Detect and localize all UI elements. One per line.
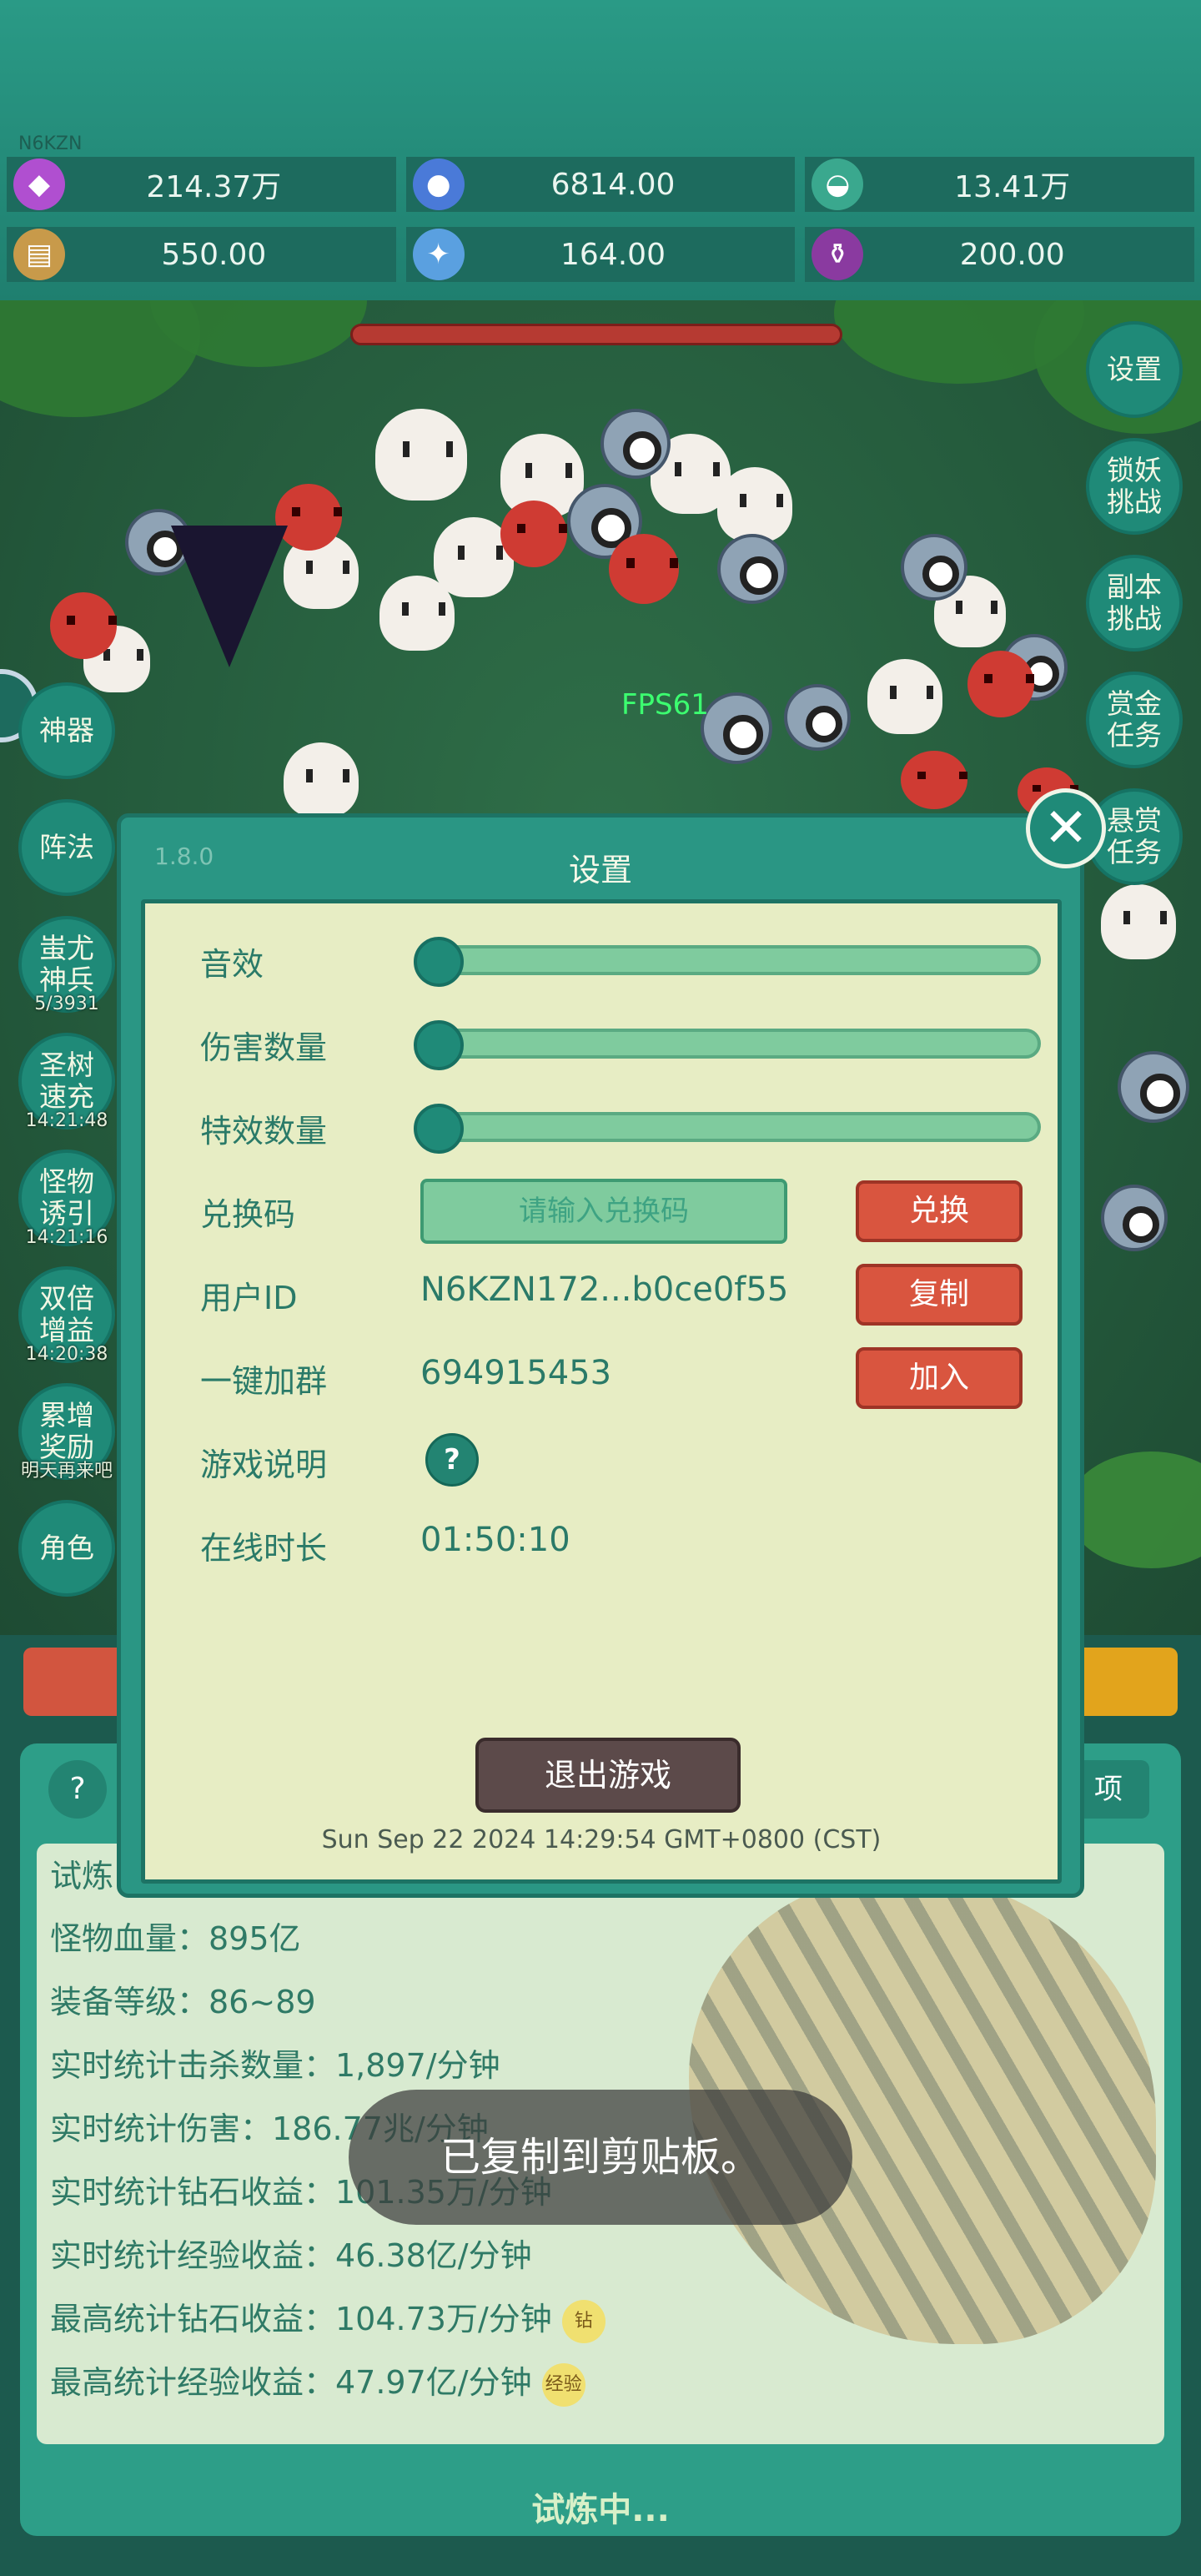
trial-help-button[interactable]: ? [48,1760,107,1819]
ghost-monster [379,576,455,651]
ghost-monster [1101,884,1176,959]
settings-button[interactable]: 设置 [1086,321,1183,418]
effect-count-slider[interactable] [414,1104,1041,1154]
resource-row-2: ▤ 550.00 ✦ 164.00 ⚱ 200.00 [0,227,1201,282]
exp-badge-icon: 经验 [541,2362,585,2407]
resource-scroll-value: 550.00 [161,237,267,272]
join-group-button[interactable]: 加入 [856,1347,1023,1409]
online-time-label: 在线时长 [200,1530,328,1567]
sound-slider[interactable] [414,937,1041,987]
purple-potion-icon: ⚱ [812,229,864,280]
damage-count-label: 伤害数量 [200,1029,328,1066]
user-id-value: N6KZN172...b0ce0f55 [420,1270,789,1309]
stat-kills: 实时统计击杀数量：1,897/分钟 [50,2047,500,2084]
resource-scroll: ▤ 550.00 [7,227,396,282]
stat-equipment-level: 装备等级：86~89 [50,1984,316,2020]
ghost-monster [284,742,359,818]
copy-button[interactable]: 复制 [856,1264,1023,1326]
close-dialog-button[interactable]: ✕ [1026,788,1106,868]
diamond-badge-icon: 钻 [561,2299,606,2343]
ghost-monster [867,659,942,734]
demon-monster [50,592,117,659]
resource-potion: ⚱ 200.00 [805,227,1195,282]
sound-slider-knob[interactable] [414,937,464,987]
eye-monster [901,534,967,601]
blue-orb-icon: ● [412,158,465,210]
scroll-icon: ▤ [13,229,65,280]
stat-monster-hp: 怪物血量：895亿 [50,1920,301,1957]
fps-counter: FPS61 [621,688,709,722]
stat-max-exp: 最高统计经验收益：47.97亿/分钟 经验 [50,2357,585,2407]
eye-monster [1118,1051,1189,1123]
eye-monster [701,692,772,764]
effect-count-label: 特效数量 [200,1113,328,1150]
resource-disc-value: 13.41万 [954,170,1071,204]
eye-monster [717,534,787,604]
settings-body: 音效 伤害数量 特效数量 兑换码 兑换 用户ID N6KZN172...b0ce… [141,899,1062,1884]
gold-tab[interactable] [1076,1648,1178,1716]
resource-crystal-value: 164.00 [560,237,666,272]
chiyou-weapon-button[interactable]: 蚩尤神兵 5/3931 [18,916,115,1014]
resource-potion-value: 200.00 [959,237,1065,272]
ghost-monster [717,467,792,542]
demon-monster [901,751,967,809]
artifact-button[interactable]: 神器 [18,682,115,779]
boss-health-bar [350,324,842,345]
dialog-title: 设置 [568,852,632,888]
redeem-code-label: 兑换码 [200,1196,296,1233]
teal-disc-icon: ◒ [812,158,864,210]
sound-label: 音效 [200,946,264,983]
effect-count-slider-knob[interactable] [414,1104,464,1154]
ghost-monster [375,409,467,501]
purple-diamond-icon: ◆ [13,158,65,210]
double-boost-button[interactable]: 双倍增益 14:20:38 [18,1266,115,1365]
resource-diamond-value: 214.37万 [146,170,282,204]
demon-monster [500,501,567,567]
demon-monster [609,534,679,604]
help-question-icon[interactable]: ? [425,1433,479,1487]
tree-decoration [1068,1452,1201,1568]
damage-count-slider[interactable] [414,1020,1041,1070]
ice-crystal-icon: ✦ [412,229,465,280]
bounty-quest-button[interactable]: 赏金任务 [1086,672,1183,768]
damage-count-slider-knob[interactable] [414,1020,464,1070]
resource-orb-value: 6814.00 [550,167,676,202]
resource-crystal: ✦ 164.00 [405,227,796,282]
online-time-value: 01:50:10 [420,1521,570,1559]
monster-lure-button[interactable]: 怪物诱引 14:21:16 [18,1150,115,1248]
resource-disc: ◒ 13.41万 [805,157,1195,212]
redeem-code-input[interactable] [420,1179,787,1244]
stat-exp-income: 实时统计经验收益：46.38亿/分钟 [50,2237,532,2274]
cumulative-reward-button[interactable]: 累增奖励 明天再来吧 [18,1383,115,1482]
stat-max-diamond: 最高统计钻石收益：104.73万/分钟钻 [50,2293,606,2343]
game-help-label: 游戏说明 [200,1446,328,1483]
trial-status: 试炼中... [531,2491,670,2529]
dungeon-challenge-button[interactable]: 副本挑战 [1086,555,1183,652]
holy-tree-button[interactable]: 圣树速充 14:21:48 [18,1033,115,1131]
settings-dialog: 1.8.0 设置 音效 伤害数量 特效数量 兑换码 兑换 用户ID N6KZN1… [117,813,1084,1898]
eye-monster [1101,1185,1168,1251]
tornado-effect [171,526,288,667]
character-button[interactable]: 角色 [18,1500,115,1597]
formation-button[interactable]: 阵法 [18,799,115,896]
resource-orb: ● 6814.00 [405,157,796,212]
user-id-label: 用户ID [200,1280,298,1316]
trial-title: 试炼 [50,1858,114,1894]
redeem-button[interactable]: 兑换 [856,1180,1023,1242]
resource-row-1: ◆ 214.37万 ● 6814.00 ◒ 13.41万 [0,157,1201,212]
demon-monster [967,651,1034,717]
resource-diamond: ◆ 214.37万 [7,157,396,212]
close-icon: ✕ [1043,797,1088,859]
copied-toast: 已复制到剪贴板。 [349,2090,852,2225]
eye-monster [600,409,671,479]
demon-challenge-button[interactable]: 锁妖挑战 [1086,438,1183,535]
group-number-value: 694915453 [420,1354,612,1392]
eye-monster [784,684,851,751]
user-short-id: N6KZN [18,133,83,154]
join-group-label: 一键加群 [200,1363,328,1400]
quit-game-button[interactable]: 退出游戏 [475,1738,741,1813]
timestamp-label: Sun Sep 22 2024 14:29:54 GMT+0800 (CST) [321,1825,882,1854]
